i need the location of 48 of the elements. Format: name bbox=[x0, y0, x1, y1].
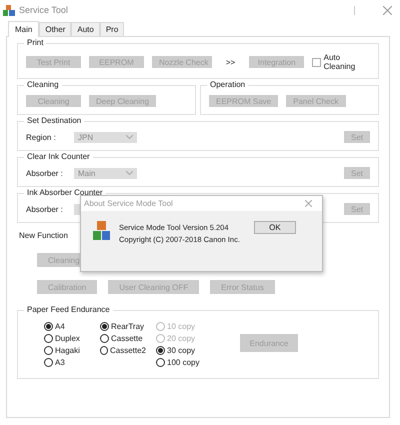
radio-button[interactable] bbox=[100, 346, 108, 355]
dropdown[interactable]: JPN bbox=[74, 132, 137, 142]
group-title: Operation bbox=[207, 80, 248, 89]
radio-button[interactable] bbox=[156, 358, 165, 367]
radio-button[interactable] bbox=[44, 322, 53, 331]
arrow-label: >> bbox=[224, 58, 236, 66]
radio-label: 20 copy bbox=[167, 334, 196, 343]
tab[interactable]: Other bbox=[39, 22, 72, 36]
radio-label: Hagaki bbox=[55, 346, 80, 355]
radio-button[interactable] bbox=[156, 346, 165, 355]
section-title: New Function bbox=[19, 231, 68, 240]
radio-label: RearTray bbox=[111, 322, 144, 331]
radio-label: Duplex bbox=[55, 334, 80, 343]
radio-label: 30 copy bbox=[167, 346, 196, 355]
radio-label: 100 copy bbox=[167, 358, 200, 367]
app-icon bbox=[3, 4, 15, 16]
dialog-title: About Service Mode Tool bbox=[84, 199, 173, 208]
group-title: Cleaning bbox=[24, 80, 62, 89]
window-title: Service Tool bbox=[19, 5, 68, 15]
radio-label: A4 bbox=[55, 322, 65, 331]
close-icon[interactable] bbox=[383, 6, 392, 14]
tab[interactable]: Main bbox=[8, 21, 40, 37]
radio-button[interactable] bbox=[44, 358, 53, 367]
blocks-icon bbox=[93, 221, 111, 241]
group-title: Ink Absorber Counter bbox=[24, 188, 106, 197]
caret-icon bbox=[126, 135, 133, 139]
field-label: Region : bbox=[26, 132, 57, 142]
caret-icon bbox=[126, 171, 133, 175]
dropdown[interactable]: Main bbox=[74, 168, 137, 178]
radio-button[interactable] bbox=[44, 334, 53, 343]
tab[interactable]: Pro bbox=[100, 22, 124, 36]
radio-button[interactable] bbox=[100, 334, 109, 343]
checkbox[interactable] bbox=[312, 58, 321, 66]
field-label: Absorber : bbox=[26, 204, 64, 214]
radio-button[interactable] bbox=[100, 322, 109, 331]
group-title: Set Destination bbox=[24, 116, 84, 125]
radio-label: Cassette2 bbox=[110, 346, 146, 355]
field-label: Absorber : bbox=[26, 168, 64, 178]
checkbox-label: Auto Cleaning bbox=[324, 53, 356, 71]
group-title: Paper Feed Endurance bbox=[24, 305, 113, 314]
radio-label: A3 bbox=[55, 358, 65, 367]
group-title: Clear Ink Counter bbox=[24, 152, 93, 161]
radio-label: 10 copy bbox=[167, 322, 196, 331]
radio-button[interactable] bbox=[44, 346, 53, 355]
tab[interactable]: Auto bbox=[71, 22, 100, 36]
button[interactable]: OK bbox=[254, 221, 296, 234]
group-title: Print bbox=[24, 38, 46, 47]
radio-label: Cassette bbox=[111, 334, 143, 343]
